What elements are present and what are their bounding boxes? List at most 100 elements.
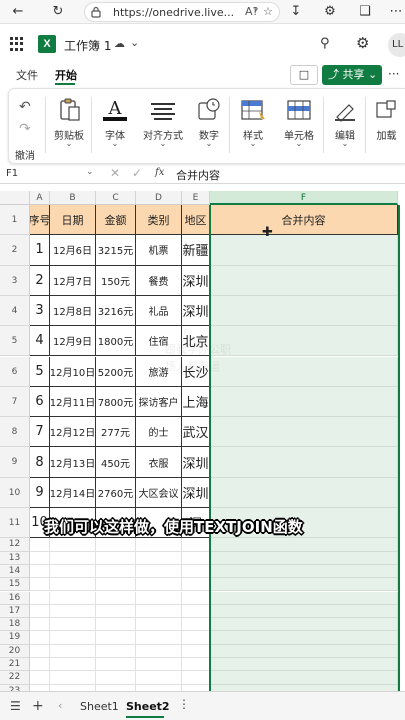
table-cell[interactable]: 餐费 [136,265,182,296]
table-cell[interactable]: 12月14日 [50,477,96,508]
table-cell[interactable]: 12月7日 [50,265,96,296]
chevron-left-icon[interactable]: ‹ [58,699,62,712]
table-cell[interactable]: 武汉 [182,417,210,448]
empty-cell[interactable] [182,538,210,552]
table-cell-merged-content[interactable] [210,235,398,266]
empty-cell[interactable] [30,631,50,645]
table-cell[interactable]: 12月11日 [50,386,96,418]
workbook-title[interactable]: 工作簿 1 [64,37,111,54]
download-icon[interactable]: ↧ [286,2,306,22]
row-header[interactable]: 16 [0,591,30,605]
empty-cell[interactable] [182,564,210,579]
empty-cell[interactable] [182,631,210,645]
ribbon-alignment-button[interactable]: 对齐方式 ⌄ [137,93,189,159]
function-icon[interactable]: fx [155,167,164,178]
ribbon-editing-button[interactable]: 编辑 ⌄ [325,93,365,159]
checkmark-icon[interactable]: ✓ [132,166,142,180]
address-bar[interactable]: https://onedrive.live... A‽ ☆ [84,2,280,22]
row-header[interactable]: 1 [0,205,30,236]
empty-cell[interactable] [96,631,136,645]
column-header-b[interactable]: B [50,191,96,205]
row-header[interactable]: 20 [0,644,30,658]
table-cell[interactable]: 5 [30,356,50,387]
read-aloud-icon[interactable]: A‽ [245,5,258,18]
row-header[interactable]: 12 [0,538,30,552]
empty-cell[interactable] [182,578,210,592]
table-cell[interactable]: 1 [30,235,50,266]
table-cell-merged-content[interactable] [210,326,398,357]
table-cell[interactable]: 大区会议 [136,477,182,508]
more-icon[interactable]: ⋮ [178,697,190,711]
empty-cell[interactable] [30,658,50,672]
empty-cell[interactable] [136,551,182,565]
empty-cell[interactable] [96,604,136,619]
empty-cell[interactable] [96,564,136,579]
tab-home[interactable]: 开始 [55,67,77,83]
empty-cell[interactable] [136,591,182,605]
table-cell-merged-content[interactable] [210,417,398,448]
row-header[interactable]: 22 [0,671,30,685]
table-cell[interactable]: 新疆 [182,235,210,266]
empty-cell[interactable] [136,658,182,672]
empty-cell[interactable] [50,618,96,632]
table-cell[interactable]: 衣服 [136,447,182,478]
table-cell[interactable]: 深圳 [182,265,210,296]
empty-cell[interactable] [96,551,136,565]
empty-cell[interactable] [210,578,398,592]
empty-cell[interactable] [50,631,96,645]
empty-cell[interactable] [210,644,398,658]
empty-cell[interactable] [30,551,50,565]
browser-menu-icon[interactable]: ⋯ [386,2,405,22]
close-icon[interactable]: ✕ [110,166,120,180]
table-cell[interactable]: 12月13日 [50,447,96,478]
empty-cell[interactable] [30,618,50,632]
empty-cell[interactable] [30,644,50,658]
empty-cell[interactable] [50,658,96,672]
empty-cell[interactable] [210,604,398,619]
refresh-icon[interactable]: ↻ [48,2,68,22]
row-header[interactable]: 10 [0,477,30,508]
table-cell[interactable]: 深圳 [182,447,210,478]
table-header-cell[interactable]: 日期 [50,205,96,236]
table-cell[interactable]: 277元 [96,417,136,448]
empty-cell[interactable] [136,618,182,632]
table-header-cell[interactable]: 金额 [96,205,136,236]
empty-cell[interactable] [50,551,96,565]
empty-cell[interactable] [50,538,96,552]
empty-cell[interactable] [50,578,96,592]
empty-cell[interactable] [96,618,136,632]
table-cell[interactable]: 6 [30,386,50,418]
ribbon-number-button[interactable]: 数字 ⌄ [189,93,229,159]
table-cell[interactable]: 3215元 [96,235,136,266]
ribbon-addins-button[interactable]: 加载 [367,93,405,159]
table-cell[interactable]: 8 [30,447,50,478]
more-options-button[interactable]: ··· [388,67,399,81]
table-cell[interactable]: 5200元 [96,356,136,387]
table-header-cell[interactable]: 合并内容 [210,205,398,236]
table-cell[interactable]: 450元 [96,447,136,478]
empty-cell[interactable] [96,671,136,685]
row-header[interactable]: 19 [0,631,30,645]
table-header-cell[interactable]: 序号 [30,205,50,236]
ribbon-cells-button[interactable]: 单元格 ⌄ [275,93,323,159]
row-header[interactable]: 5 [0,326,30,357]
table-cell-merged-content[interactable] [210,386,398,418]
empty-cell[interactable] [136,564,182,579]
avatar[interactable]: LL [388,33,405,57]
tab-file[interactable]: 文件 [16,67,38,83]
ribbon-font-button[interactable]: A 字体 ⌄ [93,93,137,159]
empty-cell[interactable] [50,591,96,605]
table-cell[interactable]: 1800元 [96,326,136,357]
empty-cell[interactable] [210,631,398,645]
table-cell[interactable]: 3 [30,295,50,327]
empty-cell[interactable] [182,618,210,632]
comment-button[interactable]: □ [290,65,318,85]
collections-icon[interactable]: ❑ [355,2,375,22]
ribbon-styles-button[interactable]: 样式 ⌄ [231,93,275,159]
table-cell-merged-content[interactable] [210,356,398,387]
row-header[interactable]: 4 [0,295,30,327]
table-cell-merged-content[interactable] [210,477,398,508]
table-cell[interactable]: 机票 [136,235,182,266]
empty-cell[interactable] [30,671,50,685]
empty-cell[interactable] [96,578,136,592]
